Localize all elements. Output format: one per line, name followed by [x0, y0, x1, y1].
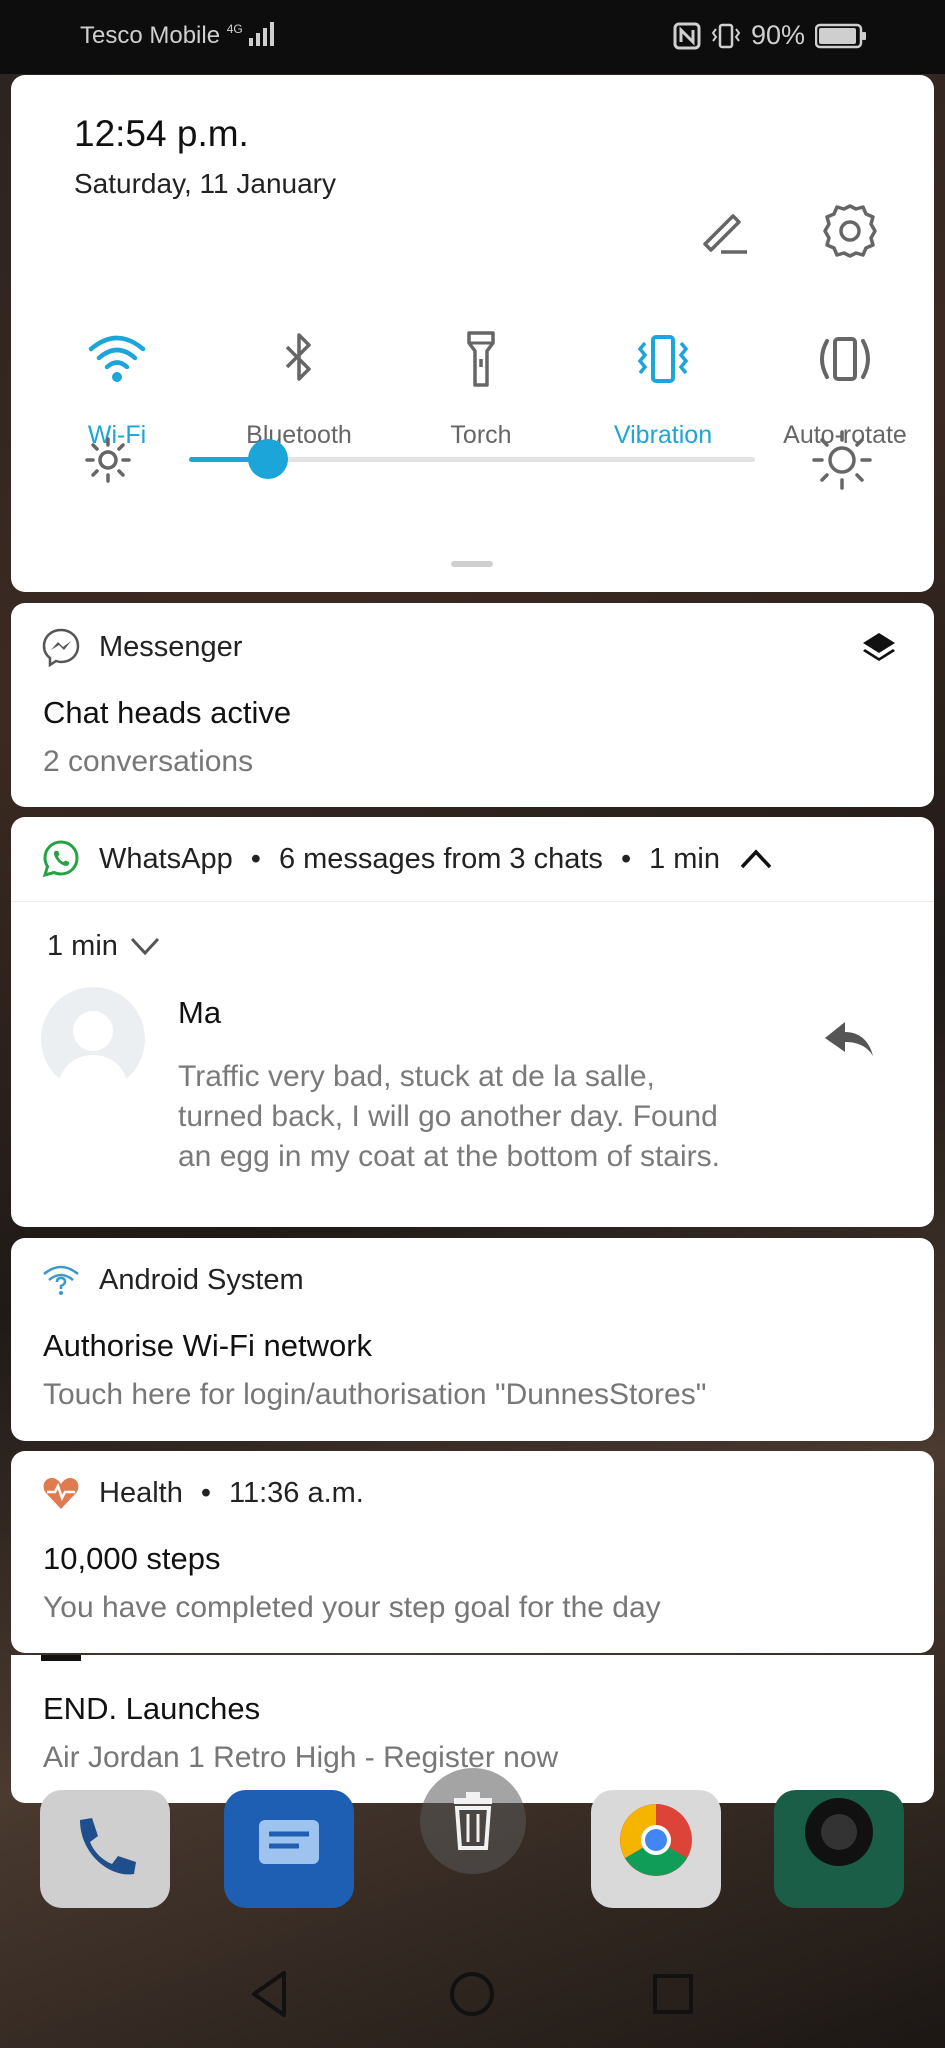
chrome-app-icon[interactable] — [591, 1790, 721, 1908]
brightness-high-icon — [812, 430, 872, 490]
back-icon — [252, 1971, 286, 2017]
bluetooth-icon — [285, 333, 311, 381]
recents-square-icon — [653, 1974, 693, 2014]
recents-button[interactable] — [642, 1963, 704, 2025]
message-text: Traffic very bad, stuck at de la salle, … — [178, 1060, 720, 1173]
notification-time: 1 min — [649, 842, 721, 875]
app-name: WhatsApp — [99, 842, 233, 875]
separator-dot: • — [200, 1476, 211, 1509]
brightness-low-icon — [85, 437, 131, 483]
health-heart-icon — [43, 1478, 79, 1509]
navigation-bar — [0, 1945, 945, 2048]
brightness-row — [11, 430, 934, 495]
camera-icon — [805, 1798, 873, 1866]
signal-icon — [249, 22, 275, 46]
messages-app-icon[interactable] — [224, 1790, 354, 1908]
notification-title: Authorise Wi-Fi network — [43, 1328, 373, 1363]
sender-name: Ma — [178, 995, 222, 1030]
avatar — [41, 987, 145, 1091]
notification-whatsapp[interactable]: WhatsApp • 6 messages from 3 chats • 1 m… — [11, 817, 934, 1227]
home-circle-icon — [450, 1972, 494, 2016]
chevron-up-icon[interactable] — [738, 841, 774, 877]
notification-title: 10,000 steps — [43, 1541, 221, 1576]
group-time: 1 min — [47, 929, 118, 962]
edit-tiles-button[interactable] — [693, 200, 753, 260]
wifi-question-icon — [43, 1265, 79, 1295]
separator-dot: • — [620, 842, 632, 875]
notification-text: You have completed your step goal for th… — [43, 1591, 661, 1624]
carrier-name: Tesco Mobile 4G — [80, 22, 275, 50]
wifi-icon — [88, 335, 146, 382]
tile-wifi[interactable]: Wi-Fi — [26, 327, 208, 450]
notification-health[interactable]: Health • 11:36 a.m. 10,000 steps You hav… — [11, 1451, 934, 1653]
end-app-icon — [41, 1655, 81, 1661]
app-name: Messenger — [99, 630, 243, 663]
vibration-status-icon — [711, 23, 741, 48]
camera-app-icon[interactable] — [774, 1790, 904, 1908]
vibration-icon — [637, 335, 689, 383]
layers-icon[interactable] — [859, 629, 899, 669]
whatsapp-icon — [42, 840, 79, 878]
messenger-icon — [42, 628, 80, 667]
person-placeholder-icon — [57, 1011, 129, 1091]
clear-notifications-button[interactable] — [420, 1768, 526, 1874]
tile-bluetooth[interactable]: Bluetooth — [208, 327, 390, 450]
notification-android-system[interactable]: Android System Authorise Wi-Fi network T… — [11, 1238, 934, 1441]
notification-text: 2 conversations — [43, 745, 254, 778]
settings-button[interactable] — [819, 200, 881, 262]
notification-summary: 6 messages from 3 chats — [278, 842, 603, 875]
chrome-icon — [620, 1804, 692, 1876]
tile-vibration[interactable]: Vibration — [572, 327, 754, 450]
notification-time: 11:36 a.m. — [228, 1476, 364, 1509]
carrier-label: Tesco Mobile — [80, 22, 221, 49]
tile-torch[interactable]: Torch — [390, 327, 572, 450]
phone-app-icon[interactable] — [40, 1790, 170, 1908]
notification-title: END. Launches — [43, 1691, 261, 1726]
battery-percent: 90% — [750, 20, 805, 50]
trash-icon — [454, 1792, 492, 1850]
quick-tiles: Wi-Fi Bluetooth Torch Vibration Auto-rot… — [11, 255, 934, 455]
network-type: 4G — [226, 22, 243, 36]
panel-drag-handle[interactable] — [451, 561, 493, 567]
battery-icon — [815, 23, 866, 48]
gear-icon — [823, 204, 877, 258]
reply-button[interactable] — [821, 1012, 877, 1068]
nfc-icon — [673, 22, 701, 49]
notification-text: Touch here for login/authorisation "Dunn… — [43, 1378, 707, 1411]
pencil-icon — [703, 214, 747, 254]
auto-rotate-icon — [820, 337, 870, 381]
torch-icon — [467, 331, 495, 387]
back-button[interactable] — [240, 1963, 302, 2025]
separator-dot: • — [250, 842, 261, 875]
quick-settings-panel: 12:54 p.m. Saturday, 11 January Wi-Fi Bl… — [11, 75, 934, 592]
notification-messenger[interactable]: Messenger Chat heads active 2 conversati… — [11, 603, 934, 807]
message-icon — [259, 1820, 319, 1864]
notification-title: Chat heads active — [43, 695, 292, 730]
home-button[interactable] — [441, 1963, 503, 2025]
divider — [11, 901, 934, 902]
phone-icon — [80, 1818, 136, 1875]
brightness-thumb[interactable] — [248, 439, 288, 479]
clock: 12:54 p.m. — [74, 113, 249, 154]
app-name: Android System — [99, 1263, 304, 1296]
status-bar: Tesco Mobile 4G 90% — [0, 0, 945, 74]
date: Saturday, 11 January — [74, 168, 337, 199]
reply-icon — [825, 1022, 873, 1056]
chevron-down-icon — [130, 937, 160, 956]
brightness-slider[interactable] — [189, 439, 755, 479]
app-name: Health — [99, 1476, 183, 1509]
group-time-row[interactable]: 1 min — [47, 929, 162, 963]
